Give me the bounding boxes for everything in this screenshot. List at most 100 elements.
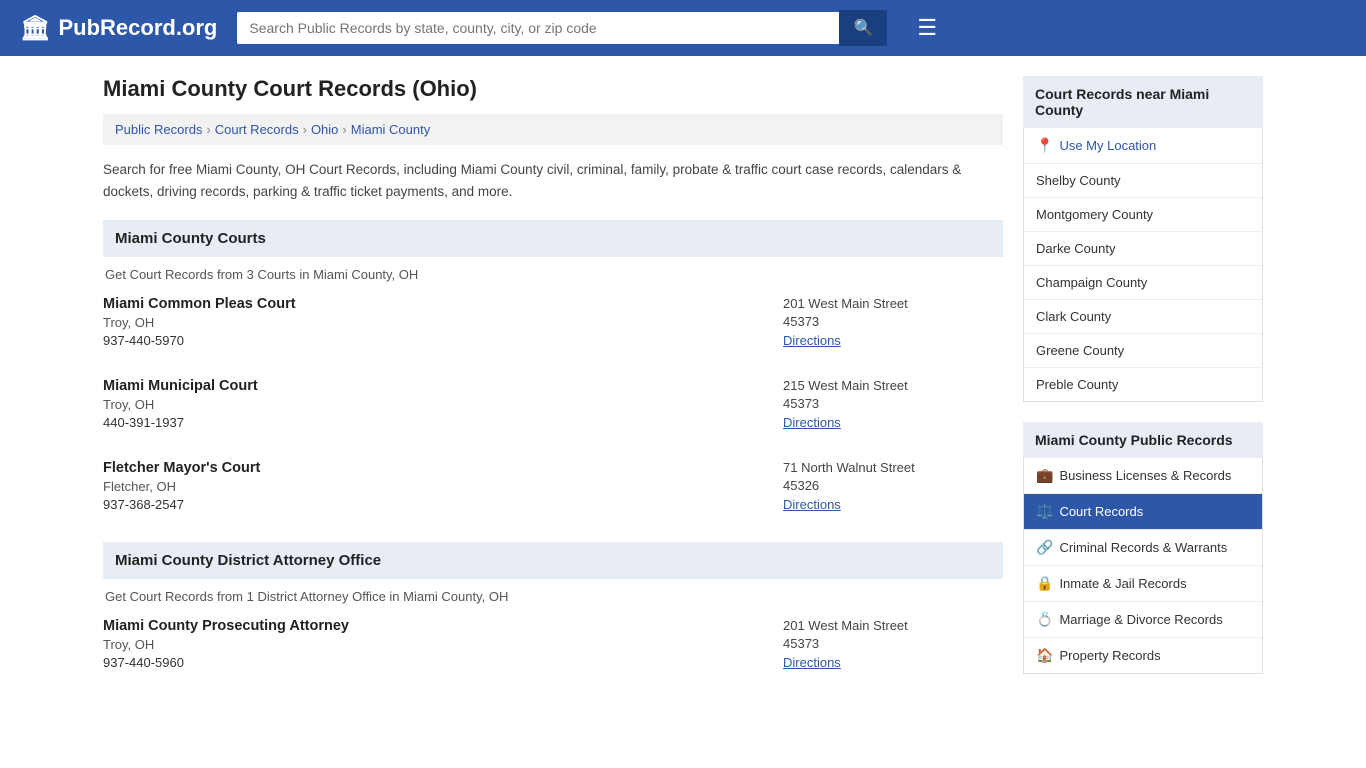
page-title: Miami County Court Records (Ohio) xyxy=(103,76,1003,102)
search-area: 🔍 xyxy=(237,10,887,46)
sidebar-clark-label: Clark County xyxy=(1036,309,1111,324)
sidebar-greene-label: Greene County xyxy=(1036,343,1124,358)
court-entry-3: Fletcher Mayor's Court Fletcher, OH 937-… xyxy=(103,460,1003,522)
sidebar-business-label: Business Licenses & Records xyxy=(1059,468,1231,483)
court-right-2: 215 West Main Street 45373 Directions xyxy=(783,378,1003,430)
sidebar-item-greene[interactable]: Greene County xyxy=(1024,334,1262,368)
da-address-1: 201 West Main Street xyxy=(783,618,1003,633)
da-city-1: Troy, OH xyxy=(103,637,783,652)
sidebar-item-criminal-records[interactable]: 🔗 Criminal Records & Warrants xyxy=(1024,530,1262,566)
header: 🏛 PubRecord.org 🔍 ☰ xyxy=(0,0,1366,56)
sidebar-item-darke[interactable]: Darke County xyxy=(1024,232,1262,266)
da-name-1: Miami County Prosecuting Attorney xyxy=(103,618,783,634)
court-zip-3: 45326 xyxy=(783,478,1003,493)
court-entry-2: Miami Municipal Court Troy, OH 440-391-1… xyxy=(103,378,1003,440)
sidebar-item-montgomery[interactable]: Montgomery County xyxy=(1024,198,1262,232)
sidebar-item-clark[interactable]: Clark County xyxy=(1024,300,1262,334)
da-phone-1: 937-440-5960 xyxy=(103,655,783,670)
business-icon: 💼 xyxy=(1036,467,1053,484)
breadcrumb-miami-county[interactable]: Miami County xyxy=(351,122,430,137)
sidebar-marriage-label: Marriage & Divorce Records xyxy=(1059,612,1222,627)
da-entry-1: Miami County Prosecuting Attorney Troy, … xyxy=(103,618,1003,680)
directions-link-3[interactable]: Directions xyxy=(783,497,841,512)
court-city-1: Troy, OH xyxy=(103,315,783,330)
court-left-1: Miami Common Pleas Court Troy, OH 937-44… xyxy=(103,296,783,348)
sidebar-inmate-label: Inmate & Jail Records xyxy=(1059,576,1186,591)
court-right-1: 201 West Main Street 45373 Directions xyxy=(783,296,1003,348)
court-name-1: Miami Common Pleas Court xyxy=(103,296,783,312)
court-zip-1: 45373 xyxy=(783,314,1003,329)
da-subtext: Get Court Records from 1 District Attorn… xyxy=(103,589,1003,604)
search-input[interactable] xyxy=(237,12,839,44)
breadcrumb-ohio[interactable]: Ohio xyxy=(311,122,338,137)
search-button[interactable]: 🔍 xyxy=(839,10,887,46)
sidebar-item-inmate-records[interactable]: 🔒 Inmate & Jail Records xyxy=(1024,566,1262,602)
sidebar: Court Records near Miami County 📍 Use My… xyxy=(1023,76,1263,700)
sidebar-item-preble[interactable]: Preble County xyxy=(1024,368,1262,401)
court-right-3: 71 North Walnut Street 45326 Directions xyxy=(783,460,1003,512)
sidebar-public-records-header: Miami County Public Records xyxy=(1023,422,1263,458)
sidebar-champaign-label: Champaign County xyxy=(1036,275,1147,290)
court-address-3: 71 North Walnut Street xyxy=(783,460,1003,475)
location-icon: 📍 xyxy=(1036,137,1053,154)
court-entry-1: Miami Common Pleas Court Troy, OH 937-44… xyxy=(103,296,1003,358)
sidebar-nearby-header: Court Records near Miami County xyxy=(1023,76,1263,128)
sidebar-darke-label: Darke County xyxy=(1036,241,1115,256)
sidebar-criminal-label: Criminal Records & Warrants xyxy=(1059,540,1227,555)
courts-subtext: Get Court Records from 3 Courts in Miami… xyxy=(103,267,1003,282)
sidebar-item-marriage-records[interactable]: 💍 Marriage & Divorce Records xyxy=(1024,602,1262,638)
inmate-icon: 🔒 xyxy=(1036,575,1053,592)
sidebar-item-champaign[interactable]: Champaign County xyxy=(1024,266,1262,300)
breadcrumb: Public Records › Court Records › Ohio › … xyxy=(103,114,1003,145)
directions-link-2[interactable]: Directions xyxy=(783,415,841,430)
property-icon: 🏠 xyxy=(1036,647,1053,664)
directions-link-1[interactable]: Directions xyxy=(783,333,841,348)
content-area: Miami County Court Records (Ohio) Public… xyxy=(103,76,1003,700)
page-description: Search for free Miami County, OH Court R… xyxy=(103,159,1003,202)
sidebar-item-court-records[interactable]: ⚖️ Court Records xyxy=(1024,494,1262,530)
logo[interactable]: 🏛 PubRecord.org xyxy=(20,14,217,43)
court-name-3: Fletcher Mayor's Court xyxy=(103,460,783,476)
logo-icon: 🏛 xyxy=(20,14,50,43)
da-directions-link-1[interactable]: Directions xyxy=(783,655,841,670)
court-left-2: Miami Municipal Court Troy, OH 440-391-1… xyxy=(103,378,783,430)
breadcrumb-court-records[interactable]: Court Records xyxy=(215,122,299,137)
court-city-3: Fletcher, OH xyxy=(103,479,783,494)
sidebar-shelby-label: Shelby County xyxy=(1036,173,1121,188)
court-phone-3: 937-368-2547 xyxy=(103,497,783,512)
sidebar-item-use-location[interactable]: 📍 Use My Location xyxy=(1024,128,1262,164)
court-icon: ⚖️ xyxy=(1036,503,1053,520)
sidebar-item-shelby[interactable]: Shelby County xyxy=(1024,164,1262,198)
main-container: Miami County Court Records (Ohio) Public… xyxy=(83,56,1283,720)
sidebar-use-location-label: Use My Location xyxy=(1059,138,1156,153)
court-address-1: 201 West Main Street xyxy=(783,296,1003,311)
court-phone-1: 937-440-5970 xyxy=(103,333,783,348)
sidebar-item-property-records[interactable]: 🏠 Property Records xyxy=(1024,638,1262,673)
da-left-1: Miami County Prosecuting Attorney Troy, … xyxy=(103,618,783,670)
court-phone-2: 440-391-1937 xyxy=(103,415,783,430)
logo-text: PubRecord.org xyxy=(58,15,217,41)
court-left-3: Fletcher Mayor's Court Fletcher, OH 937-… xyxy=(103,460,783,512)
sidebar-montgomery-label: Montgomery County xyxy=(1036,207,1153,222)
sidebar-property-label: Property Records xyxy=(1059,648,1160,663)
breadcrumb-sep-3: › xyxy=(342,122,346,137)
court-zip-2: 45373 xyxy=(783,396,1003,411)
marriage-icon: 💍 xyxy=(1036,611,1053,628)
da-section-header: Miami County District Attorney Office xyxy=(103,542,1003,579)
breadcrumb-sep-2: › xyxy=(303,122,307,137)
sidebar-nearby-list: 📍 Use My Location Shelby County Montgome… xyxy=(1023,128,1263,402)
criminal-icon: 🔗 xyxy=(1036,539,1053,556)
court-address-2: 215 West Main Street xyxy=(783,378,1003,393)
breadcrumb-public-records[interactable]: Public Records xyxy=(115,122,202,137)
court-city-2: Troy, OH xyxy=(103,397,783,412)
sidebar-court-records-label: Court Records xyxy=(1059,504,1143,519)
court-name-2: Miami Municipal Court xyxy=(103,378,783,394)
sidebar-item-business-licenses[interactable]: 💼 Business Licenses & Records xyxy=(1024,458,1262,494)
courts-section-header: Miami County Courts xyxy=(103,220,1003,257)
da-right-1: 201 West Main Street 45373 Directions xyxy=(783,618,1003,670)
sidebar-preble-label: Preble County xyxy=(1036,377,1118,392)
sidebar-public-records-list: 💼 Business Licenses & Records ⚖️ Court R… xyxy=(1023,458,1263,674)
da-zip-1: 45373 xyxy=(783,636,1003,651)
breadcrumb-sep-1: › xyxy=(206,122,210,137)
menu-button[interactable]: ☰ xyxy=(917,15,937,41)
